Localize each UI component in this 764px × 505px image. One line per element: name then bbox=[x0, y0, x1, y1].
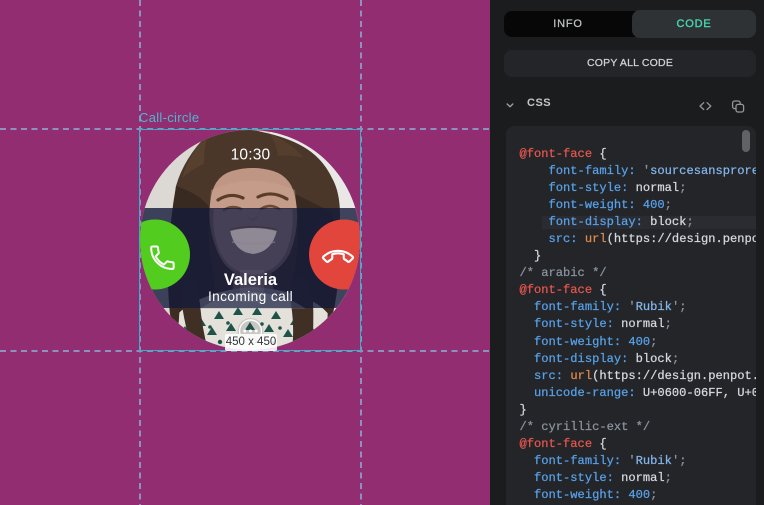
svg-text:Incoming call: Incoming call bbox=[208, 289, 293, 304]
svg-text:10:30: 10:30 bbox=[231, 147, 271, 164]
svg-text:Valeria: Valeria bbox=[224, 271, 278, 289]
